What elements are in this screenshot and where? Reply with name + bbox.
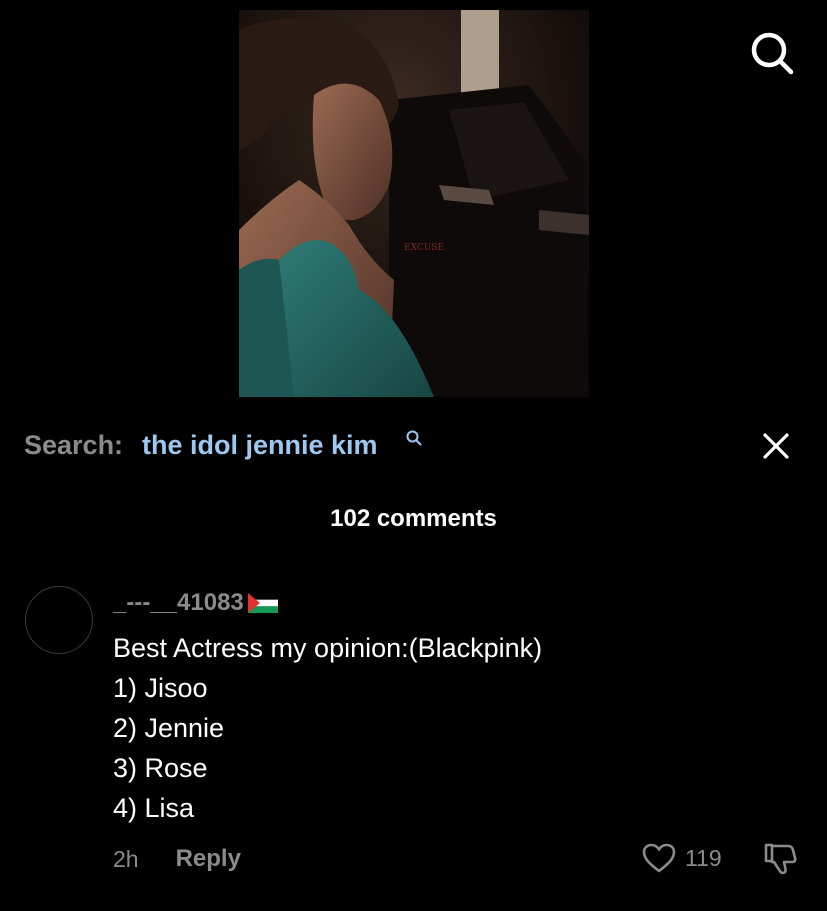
close-button[interactable] — [760, 430, 792, 462]
comment-time: 2h — [113, 845, 139, 872]
heart-icon — [642, 843, 676, 873]
thumbs-down-icon — [764, 843, 797, 875]
svg-text:EXCUSE: EXCUSE — [404, 243, 444, 253]
avatar[interactable] — [25, 586, 93, 654]
like-button[interactable]: 119 — [641, 840, 722, 876]
comment-line: Best Actress my opinion:(Blackpink) — [113, 633, 543, 663]
palestine-flag-icon — [247, 593, 278, 613]
dislike-button[interactable] — [761, 839, 799, 877]
comment-line: 4) Lisa — [113, 793, 195, 823]
comment-username-row[interactable]: _---__41083 — [113, 588, 278, 618]
search-query-icon — [406, 430, 422, 446]
comment-username: _---__41083 — [113, 589, 244, 616]
comment-line: 3) Rose — [113, 753, 208, 783]
video-thumbnail[interactable]: EXCUSE — [239, 10, 589, 397]
comment-meta: 2h Reply — [113, 843, 241, 875]
reply-button[interactable]: Reply — [176, 845, 241, 873]
video-frame-image: EXCUSE — [239, 10, 589, 397]
search-query-link[interactable]: the idol jennie kim — [142, 430, 378, 461]
comment-line: 2) Jennie — [113, 713, 225, 743]
comments-count: 102 comments — [330, 505, 497, 532]
comment-text: Best Actress my opinion:(Blackpink) 1) J… — [113, 628, 542, 828]
search-label: Search: — [24, 430, 124, 460]
search-icon — [751, 32, 794, 75]
close-icon — [763, 433, 789, 459]
like-count: 119 — [685, 844, 722, 871]
comment-line: 1) Jisoo — [113, 673, 208, 703]
search-suggestion-bar: Search: the idol jennie kim — [24, 424, 804, 470]
top-search-button[interactable] — [749, 30, 797, 78]
